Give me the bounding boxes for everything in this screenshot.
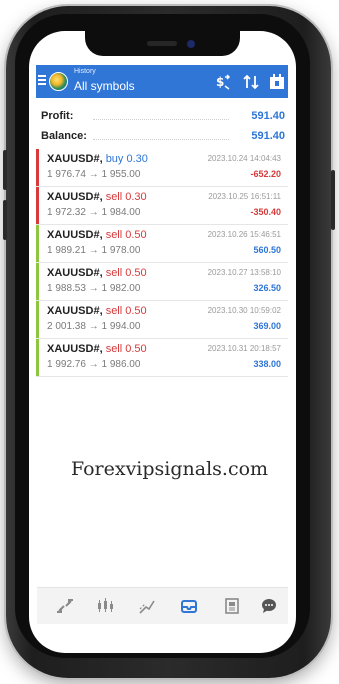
trade-symbol-name: XAUUSD#, bbox=[47, 267, 103, 279]
trade-status-bar bbox=[36, 339, 39, 376]
trade-status-bar bbox=[36, 225, 39, 262]
trade-prices: 1 989.21 → 1 978.00 bbox=[47, 245, 141, 256]
page-subtitle: History bbox=[74, 68, 96, 75]
trade-time: 2023.10.25 16:51:11 bbox=[208, 192, 281, 201]
volume-button bbox=[3, 200, 7, 240]
menu-icon[interactable] bbox=[38, 75, 46, 87]
app-logo bbox=[49, 72, 68, 91]
watermark: Forexvipsignals.com bbox=[70, 458, 269, 480]
news-icon[interactable] bbox=[222, 596, 242, 616]
trade-time: 2023.10.30 10:59:02 bbox=[207, 306, 281, 315]
trade-time: 2023.10.26 15:46:51 bbox=[207, 230, 281, 239]
divider bbox=[93, 139, 229, 140]
app-bar: History All symbols $ bbox=[36, 65, 288, 98]
trade-side: buy 0.30 bbox=[105, 153, 148, 165]
profit-label: Profit: bbox=[41, 110, 74, 122]
trade-side: sell 0.50 bbox=[105, 343, 147, 355]
trade-prices: 1 988.53 → 1 982.00 bbox=[47, 283, 141, 294]
trade-symbol: XAUUSD#, sell 0.50 bbox=[47, 267, 147, 279]
trade-side: sell 0.50 bbox=[105, 229, 147, 241]
trade-row[interactable]: XAUUSD#, sell 0.50 2 001.38 → 1 994.00 202… bbox=[36, 301, 288, 339]
trade-row[interactable]: XAUUSD#, sell 0.50 1 992.76 → 1 986.00 202… bbox=[36, 339, 288, 377]
profit-row: Profit: 591.40 bbox=[41, 108, 285, 126]
power-button bbox=[331, 170, 335, 230]
trade-prices: 1 976.74 → 1 955.00 bbox=[47, 169, 141, 180]
trade-status-bar bbox=[36, 263, 39, 300]
notch bbox=[85, 31, 240, 56]
trade-row[interactable]: XAUUSD#, buy 0.30 1 976.74 → 1 955.00 2023… bbox=[36, 149, 288, 187]
trade-profit: 326.50 bbox=[253, 283, 281, 293]
trade-side: sell 0.50 bbox=[105, 267, 147, 279]
sort-icon[interactable] bbox=[241, 72, 261, 92]
balance-label: Balance: bbox=[41, 130, 87, 142]
trade-symbol-name: XAUUSD#, bbox=[47, 153, 103, 165]
trade-profit: -350.40 bbox=[250, 207, 281, 217]
speaker bbox=[147, 41, 177, 46]
trade-profit: 338.00 bbox=[253, 359, 281, 369]
trade-time: 2023.10.27 13:58:10 bbox=[207, 268, 281, 277]
trade-symbol: XAUUSD#, sell 0.50 bbox=[47, 229, 147, 241]
balance-value: 591.40 bbox=[251, 130, 285, 142]
trade-profit: 369.00 bbox=[253, 321, 281, 331]
profit-value: 591.40 bbox=[251, 110, 285, 122]
chart-icon[interactable] bbox=[95, 596, 115, 616]
trade-prices: 2 001.38 → 1 994.00 bbox=[47, 321, 141, 332]
trade-time: 2023.10.24 14:04:43 bbox=[207, 154, 281, 163]
chat-icon[interactable] bbox=[259, 596, 279, 616]
trade-icon[interactable] bbox=[137, 596, 157, 616]
trade-symbol: XAUUSD#, sell 0.50 bbox=[47, 343, 147, 355]
divider bbox=[93, 119, 229, 120]
trade-profit: 560.50 bbox=[253, 245, 281, 255]
trade-symbol-name: XAUUSD#, bbox=[47, 191, 103, 203]
trade-prices: 1 992.76 → 1 986.00 bbox=[47, 359, 141, 370]
trade-symbol-name: XAUUSD#, bbox=[47, 343, 103, 355]
trade-symbol-name: XAUUSD#, bbox=[47, 229, 103, 241]
trade-symbol-name: XAUUSD#, bbox=[47, 305, 103, 317]
history-icon[interactable] bbox=[179, 596, 199, 616]
trade-row[interactable]: XAUUSD#, sell 0.50 1 989.21 → 1 978.00 202… bbox=[36, 225, 288, 263]
balance-row: Balance: 591.40 bbox=[41, 128, 285, 146]
trade-symbol: XAUUSD#, sell 0.30 bbox=[47, 191, 147, 203]
trade-row[interactable]: XAUUSD#, sell 0.50 1 988.53 → 1 982.00 202… bbox=[36, 263, 288, 301]
trade-side: sell 0.50 bbox=[105, 305, 147, 317]
page-title[interactable]: All symbols bbox=[74, 79, 135, 93]
trade-time: 2023.10.31 20:18:57 bbox=[207, 344, 281, 353]
bottom-nav bbox=[37, 587, 288, 624]
trade-side: sell 0.30 bbox=[105, 191, 147, 203]
calendar-icon[interactable] bbox=[267, 72, 287, 92]
trade-symbol: XAUUSD#, sell 0.50 bbox=[47, 305, 147, 317]
currency-exchange-icon[interactable]: $ bbox=[213, 72, 233, 92]
trade-profit: -652.20 bbox=[250, 169, 281, 179]
trade-status-bar bbox=[36, 301, 39, 338]
camera bbox=[187, 40, 195, 48]
svg-text:$: $ bbox=[216, 75, 224, 89]
phone-screen: History All symbols $ Profit: 591.40 Bal… bbox=[29, 31, 296, 653]
trade-status-bar bbox=[36, 149, 39, 186]
quotes-icon[interactable] bbox=[55, 596, 75, 616]
trade-row[interactable]: XAUUSD#, sell 0.30 1 972.32 → 1 984.00 202… bbox=[36, 187, 288, 225]
volume-button bbox=[3, 150, 7, 190]
trade-symbol: XAUUSD#, buy 0.30 bbox=[47, 153, 148, 165]
trade-status-bar bbox=[36, 187, 39, 224]
trade-prices: 1 972.32 → 1 984.00 bbox=[47, 207, 141, 218]
